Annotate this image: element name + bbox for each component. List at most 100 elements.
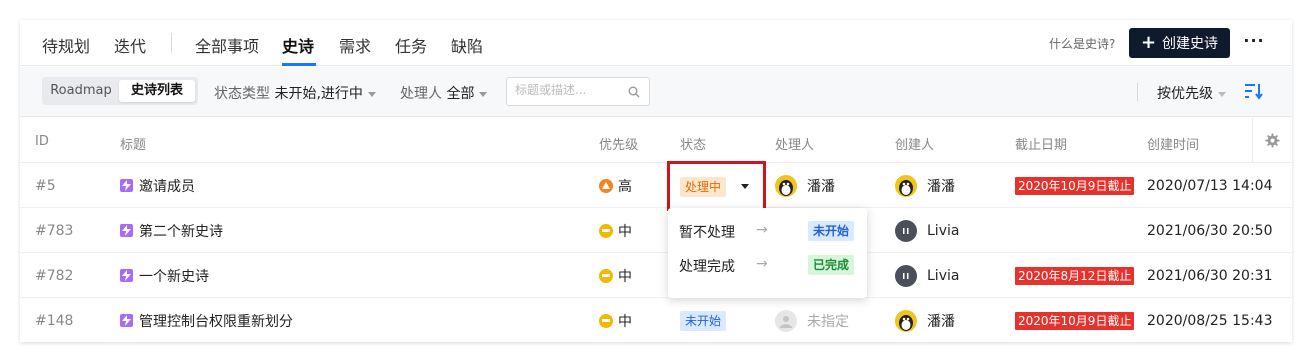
- table-row[interactable]: #148 管理控制台权限重新划分 中 未开始 未指定 潘潘 2020年10月9日…: [20, 298, 1292, 343]
- priority-cell[interactable]: 高: [599, 163, 632, 208]
- col-header-status: 状态: [680, 138, 707, 153]
- col-header-id: ID: [35, 134, 49, 149]
- toolbar-divider: [1137, 83, 1138, 101]
- status-option-complete[interactable]: 处理完成 → 已完成: [668, 248, 867, 282]
- assignee-filter-label: 处理人: [400, 86, 442, 102]
- table-row[interactable]: #5 邀请成员 高 潘潘 潘潘 2020年10月9日截止 2020/07/13 …: [20, 163, 1292, 208]
- tab-bugs[interactable]: 缺陷: [451, 33, 483, 57]
- priority-high-icon: [599, 178, 613, 193]
- tab-all-items[interactable]: 全部事项: [195, 33, 259, 57]
- priority-medium-icon: [599, 223, 613, 238]
- due-date-cell[interactable]: 2020年10月9日截止: [1015, 298, 1135, 343]
- status-cell[interactable]: 未开始: [680, 298, 727, 343]
- status-option-label: 处理完成: [679, 259, 735, 275]
- epic-title-text: 第二个新史诗: [139, 223, 223, 240]
- priority-text: 中: [618, 313, 632, 330]
- status-option-defer[interactable]: 暂不处理 → 未开始: [668, 214, 867, 248]
- arrow-right-icon: →: [756, 222, 768, 238]
- col-header-due-date: 截止日期: [1015, 138, 1068, 153]
- assignee-name: 未指定: [807, 313, 849, 330]
- epic-icon: [120, 224, 133, 237]
- epic-title[interactable]: 第二个新史诗: [120, 208, 223, 253]
- sort-by-label: 按优先级: [1157, 86, 1213, 102]
- status-target-badge: 未开始: [808, 221, 855, 241]
- priority-cell[interactable]: 中: [599, 208, 632, 253]
- view-epic-list-button[interactable]: 史诗列表: [119, 80, 195, 102]
- epic-icon: [120, 179, 133, 192]
- created-time: 2020/07/13 14:04: [1147, 177, 1273, 194]
- table-row[interactable]: #783 第二个新史诗 中 Livia 2021/06/30 20:50: [20, 208, 1292, 253]
- what-is-epic-link[interactable]: 什么是史诗?: [1049, 35, 1115, 52]
- table-header: ID 标题 优先级 状态 处理人 创建人 截止日期 创建时间: [20, 118, 1292, 163]
- chevron-down-icon: [1218, 91, 1226, 97]
- col-header-created-time: 创建时间: [1147, 138, 1200, 153]
- creator-name: 潘潘: [927, 178, 955, 195]
- chevron-down-icon: [479, 91, 488, 97]
- epic-title[interactable]: 管理控制台权限重新划分: [120, 298, 293, 343]
- creator-cell: Livia: [895, 208, 959, 253]
- filter-toolbar: Roadmap 史诗列表 状态类型 未开始,进行中 处理人 全部 按优先级: [20, 67, 1292, 117]
- create-epic-label: 创建史诗: [1162, 36, 1219, 52]
- priority-cell[interactable]: 中: [599, 298, 632, 343]
- epic-title[interactable]: 邀请成员: [120, 163, 195, 208]
- epic-id: #782: [35, 267, 74, 284]
- epic-id: #148: [35, 312, 74, 329]
- search-icon[interactable]: [628, 86, 640, 98]
- chevron-down-icon: [367, 91, 376, 97]
- creator-name: Livia: [927, 222, 960, 239]
- table-row[interactable]: #782 一个新史诗 中 Livia 2020年8月12日截止 2021/06/…: [20, 253, 1292, 298]
- due-date-cell[interactable]: 2020年10月9日截止: [1015, 163, 1135, 208]
- creator-cell: Livia: [895, 253, 959, 298]
- sort-by-priority-select[interactable]: 按优先级: [1157, 83, 1226, 103]
- status-type-filter-value: 未开始,进行中: [274, 86, 363, 102]
- created-time: 2020/08/25 15:43: [1147, 312, 1273, 329]
- epic-id: #5: [35, 177, 56, 194]
- priority-cell[interactable]: 中: [599, 253, 632, 298]
- view-roadmap-button[interactable]: Roadmap: [45, 80, 117, 102]
- due-date-badge: 2020年10月9日截止: [1015, 176, 1135, 195]
- tab-iterations[interactable]: 迭代: [114, 33, 146, 57]
- avatar: [895, 174, 917, 197]
- priority-text: 中: [618, 223, 632, 240]
- active-tab-indicator: [282, 63, 316, 66]
- epic-id: #783: [35, 222, 74, 239]
- tab-backlog[interactable]: 待规划: [42, 33, 90, 57]
- avatar: [895, 309, 917, 332]
- tab-tasks[interactable]: 任务: [395, 33, 427, 57]
- created-time: 2021/06/30 20:31: [1147, 267, 1273, 284]
- priority-text: 中: [618, 268, 632, 285]
- epic-title[interactable]: 一个新史诗: [120, 253, 209, 298]
- avatar: [895, 219, 917, 242]
- status-badge: 处理中: [680, 177, 727, 197]
- due-date-badge: 2020年10月9日截止: [1015, 311, 1135, 330]
- view-switcher: Roadmap 史诗列表: [42, 77, 198, 105]
- plus-icon: +: [1140, 32, 1157, 53]
- arrow-right-icon: →: [756, 256, 768, 272]
- avatar: [775, 174, 797, 197]
- gear-icon[interactable]: [1265, 133, 1280, 148]
- col-header-title: 标题: [120, 138, 147, 153]
- nav-divider: [171, 33, 172, 53]
- more-options-icon[interactable]: ···: [1242, 30, 1266, 54]
- tab-epics[interactable]: 史诗: [282, 33, 314, 57]
- avatar-placeholder: [775, 309, 797, 332]
- due-date-cell[interactable]: 2020年8月12日截止: [1015, 253, 1135, 298]
- sort-order-icon[interactable]: [1244, 82, 1264, 100]
- search-input[interactable]: [515, 83, 625, 97]
- epic-title-text: 一个新史诗: [139, 268, 209, 285]
- assignee-cell[interactable]: 未指定: [775, 298, 849, 343]
- create-epic-button[interactable]: + 创建史诗: [1129, 28, 1230, 58]
- search-box: [506, 77, 650, 106]
- status-type-filter[interactable]: 状态类型 未开始,进行中: [214, 83, 376, 103]
- col-header-assignee: 处理人: [775, 138, 815, 153]
- tab-requirements[interactable]: 需求: [339, 33, 371, 57]
- assignee-cell[interactable]: 潘潘: [775, 163, 835, 208]
- creator-name: Livia: [927, 267, 960, 284]
- assignee-filter[interactable]: 处理人 全部: [400, 83, 488, 103]
- status-target-badge: 已完成: [808, 255, 855, 275]
- epic-icon: [120, 269, 133, 282]
- priority-medium-icon: [599, 268, 613, 283]
- caret-down-icon: [741, 184, 749, 189]
- top-nav: 待规划 迭代 全部事项 史诗 需求 任务 缺陷 什么是史诗? + 创建史诗 ··…: [20, 20, 1292, 66]
- status-select-trigger[interactable]: 处理中: [667, 161, 766, 211]
